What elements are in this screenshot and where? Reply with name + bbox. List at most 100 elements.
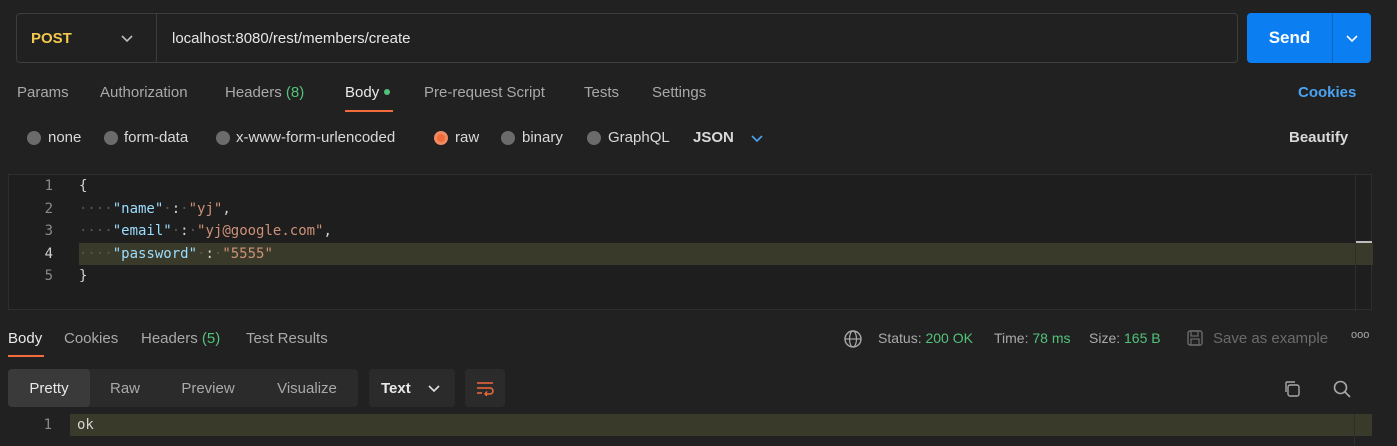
response-format-select[interactable]: Text [369,369,455,407]
tab-settings[interactable]: Settings [652,84,706,104]
line-number: 3 [44,223,53,239]
send-button[interactable]: Send [1247,13,1332,63]
save-as-example-button[interactable]: Save as example [1213,330,1328,347]
editor-scroll-marker [1356,241,1372,243]
radio-label[interactable]: form-data [124,129,188,146]
more-options-button[interactable]: ooo [1351,329,1369,341]
radio-form-data[interactable] [104,131,118,145]
headers-count: (5) [201,330,221,347]
request-url-bar: POST localhost:8080/rest/members/create [16,13,1238,63]
status-label: Status: [878,330,922,346]
json-key: "password" [112,246,198,262]
tab-body[interactable]: Body [345,84,391,104]
line-number: 1 [43,417,52,433]
response-view-segmented: Pretty Raw Preview Visualize [8,369,358,407]
cookies-link[interactable]: Cookies [1298,84,1356,104]
tab-tests[interactable]: Tests [584,84,619,104]
code-line-3: ····"email"·:·"yj@google.com", [79,223,332,239]
response-time[interactable]: Time: 78 ms [994,330,1071,346]
line-number: 5 [44,268,53,284]
active-tab-underline [345,110,393,112]
chevron-down-icon [121,35,133,43]
chevron-down-icon[interactable] [750,131,764,145]
globe-icon[interactable] [843,329,863,349]
radio-label[interactable]: none [48,129,81,146]
radio-none[interactable] [27,131,41,145]
tab-label: Pre-request Script [424,84,545,101]
tab-label: Params [17,84,69,101]
wrap-lines-button[interactable] [465,369,505,407]
format-label: JSON [693,129,734,146]
tab-label: Settings [652,84,707,101]
url-input[interactable]: localhost:8080/rest/members/create [172,14,410,62]
copy-icon[interactable] [1282,379,1302,399]
view-raw[interactable]: Raw [90,369,160,407]
response-tab-headers[interactable]: Headers (5) [141,330,220,347]
tab-authorization[interactable]: Authorization [100,84,188,104]
response-tab-test-results[interactable]: Test Results [246,330,328,347]
radio-label[interactable]: raw [455,129,479,146]
beautify-button[interactable]: Beautify [1289,129,1348,146]
tab-params[interactable]: Params [17,84,69,104]
radio-binary[interactable] [501,131,515,145]
json-colon: : [180,223,189,239]
code-line-5: } [79,268,87,284]
json-value: "yj" [188,201,223,217]
radio-label[interactable]: binary [522,129,563,146]
response-tab-cookies[interactable]: Cookies [64,330,118,347]
tab-label: Headers [225,84,282,101]
method-select[interactable]: POST [17,14,157,62]
method-label: POST [31,29,72,47]
tab-pre-request-script[interactable]: Pre-request Script [424,84,545,104]
response-body-text[interactable]: ok [77,417,94,433]
line-number: 4 [44,246,53,262]
radio-label[interactable]: GraphQL [608,129,670,146]
format-select[interactable]: JSON [693,129,734,146]
size-value: 165 B [1124,330,1161,346]
response-tab-underline [8,355,44,357]
code-line-1: { [79,178,87,194]
view-preview[interactable]: Preview [160,369,256,407]
tab-label: Tests [584,84,620,101]
response-tab-body[interactable]: Body [8,330,42,347]
format-label: Text [381,379,411,397]
search-icon[interactable] [1332,379,1352,399]
send-options-button[interactable] [1332,13,1371,63]
time-label: Time: [994,330,1029,346]
tab-label: Authorization [100,84,188,101]
tab-label: Headers [141,330,198,347]
view-pretty[interactable]: Pretty [8,369,90,407]
chevron-down-icon [1346,35,1358,43]
json-comma: , [222,201,231,217]
json-value: "5555" [222,246,273,262]
size-label: Size: [1089,330,1121,346]
headers-count: (8) [285,84,305,101]
line-number: 1 [44,178,53,194]
request-body-editor[interactable]: 1 2 3 4 5 { ····"name"·:·"yj", ····"emai… [8,174,1373,311]
json-value: "yj@google.com" [197,223,324,239]
tab-label: Body [345,84,380,101]
brace-close: } [79,268,88,284]
radio-raw[interactable] [434,131,448,145]
response-scrollbar-track[interactable] [1354,414,1355,446]
tab-headers[interactable]: Headers (8) [225,84,304,104]
time-value: 78 ms [1032,330,1071,346]
code-line-4: ····"password"·:·"5555" [79,246,273,262]
wrap-lines-icon [477,382,494,396]
response-status[interactable]: Status: 200 OK [878,330,973,346]
line-number: 2 [44,201,53,217]
radio-label[interactable]: x-www-form-urlencoded [236,129,395,146]
json-colon: : [171,201,181,217]
response-line-highlight [70,414,1372,436]
brace-open: { [79,178,88,194]
json-colon: : [205,246,214,262]
body-indicator-dot [384,89,391,96]
view-visualize[interactable]: Visualize [256,369,358,407]
radio-x-www-form-urlencoded[interactable] [216,131,230,145]
current-line-highlight [79,243,1373,265]
json-comma: , [323,223,332,239]
editor-scrollbar-track[interactable] [1355,175,1356,311]
response-size[interactable]: Size: 165 B [1089,330,1161,346]
radio-graphql[interactable] [587,131,601,145]
json-key: "name" [112,201,164,217]
